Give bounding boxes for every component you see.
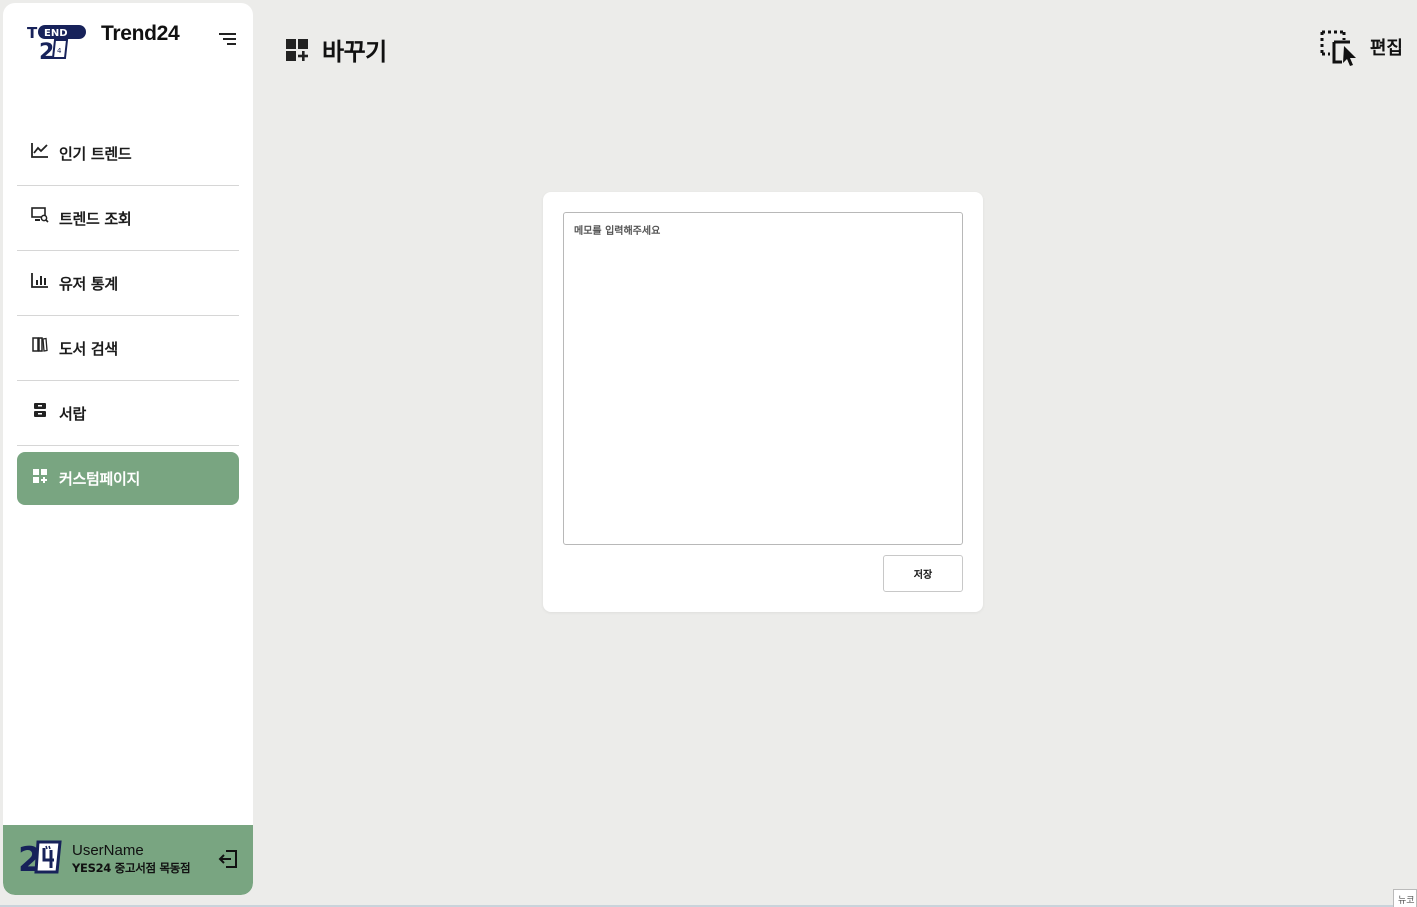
- sidebar-item-custom-page[interactable]: 커스텀페이지: [17, 452, 239, 505]
- menu-toggle-button[interactable]: [216, 27, 240, 51]
- trending-chart-icon: [31, 141, 49, 159]
- svg-text:4: 4: [57, 47, 62, 55]
- sidebar-item-label: 도서 검색: [59, 339, 118, 358]
- brand-logo[interactable]: T END 2 4: [27, 21, 89, 63]
- menu-lines-icon: [219, 33, 236, 45]
- page-header: 바꾸기: [284, 32, 387, 67]
- sidebar-nav: 인기 트렌드 트렌드 조회 유저 통계 도서 검색 서랍 커스텀페이지: [17, 121, 239, 505]
- logout-icon: [218, 850, 237, 868]
- monitor-search-icon: [31, 206, 49, 224]
- sidebar-item-label: 서랍: [59, 404, 87, 423]
- sidebar-item-drawer[interactable]: 서랍: [17, 381, 239, 446]
- sidebar-item-label: 인기 트렌드: [59, 144, 132, 163]
- logout-button[interactable]: [216, 847, 240, 871]
- books-icon: [31, 336, 49, 354]
- sidebar-item-label: 트렌드 조회: [59, 209, 132, 228]
- select-cursor-icon: [1320, 30, 1356, 66]
- page-title: 바꾸기: [322, 38, 387, 66]
- user-panel: 2 UserName YES24 중고서점 목동점: [3, 825, 253, 895]
- memo-card: 저장: [543, 192, 983, 612]
- dashboard-add-icon: [31, 467, 49, 485]
- sidebar-item-user-stats[interactable]: 유저 통계: [17, 251, 239, 316]
- svg-text:T: T: [27, 24, 38, 42]
- bar-chart-icon: [31, 271, 49, 289]
- edit-label: 편집: [1369, 38, 1403, 59]
- user-name: UserName: [72, 842, 144, 859]
- user-store: YES24 중고서점 목동점: [72, 861, 191, 875]
- save-button[interactable]: 저장: [883, 555, 963, 592]
- trend24-logo-icon: T END 2 4: [27, 24, 86, 62]
- drawer-icon: [31, 401, 49, 419]
- sidebar-item-book-search[interactable]: 도서 검색: [17, 316, 239, 381]
- dashboard-add-icon: [286, 38, 308, 61]
- corner-tab[interactable]: 뉴코: [1393, 889, 1417, 907]
- brand-name: Trend24: [101, 22, 180, 45]
- sidebar-item-popular-trends[interactable]: 인기 트렌드: [17, 121, 239, 186]
- app-root: T END 2 4 Trend24 인기 트렌드 트렌드 조회 유저 통계 도서…: [0, 0, 1417, 907]
- avatar: 2: [18, 840, 62, 874]
- sidebar: T END 2 4 Trend24 인기 트렌드 트렌드 조회 유저 통계 도서…: [3, 3, 253, 895]
- edit-button[interactable]: 편집: [1320, 28, 1403, 66]
- sidebar-item-trend-search[interactable]: 트렌드 조회: [17, 186, 239, 251]
- svg-text:END: END: [44, 28, 68, 39]
- sidebar-item-label: 커스텀페이지: [59, 470, 141, 488]
- memo-input[interactable]: [563, 212, 963, 545]
- sidebar-item-label: 유저 통계: [59, 274, 118, 293]
